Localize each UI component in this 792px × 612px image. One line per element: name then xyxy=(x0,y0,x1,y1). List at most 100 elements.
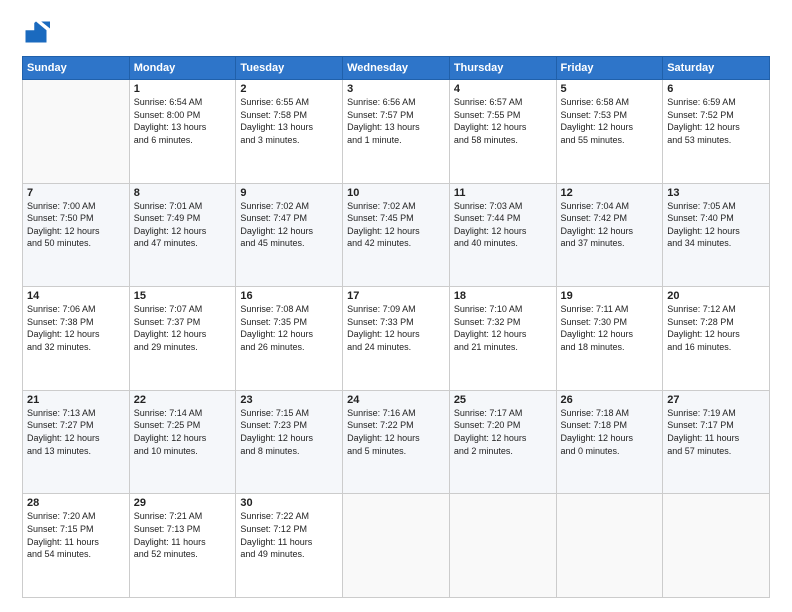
weekday-header-wednesday: Wednesday xyxy=(343,57,450,80)
calendar-day-11: 11Sunrise: 7:03 AM Sunset: 7:44 PM Dayli… xyxy=(449,183,556,287)
calendar-week-row: 1Sunrise: 6:54 AM Sunset: 8:00 PM Daylig… xyxy=(23,80,770,184)
calendar-day-15: 15Sunrise: 7:07 AM Sunset: 7:37 PM Dayli… xyxy=(129,287,236,391)
day-number: 22 xyxy=(134,394,232,406)
header xyxy=(22,18,770,46)
day-number: 23 xyxy=(240,394,338,406)
calendar-day-23: 23Sunrise: 7:15 AM Sunset: 7:23 PM Dayli… xyxy=(236,390,343,494)
calendar-day-8: 8Sunrise: 7:01 AM Sunset: 7:49 PM Daylig… xyxy=(129,183,236,287)
day-number: 13 xyxy=(667,187,765,199)
day-number: 18 xyxy=(454,290,552,302)
calendar-day-5: 5Sunrise: 6:58 AM Sunset: 7:53 PM Daylig… xyxy=(556,80,663,184)
day-info: Sunrise: 7:19 AM Sunset: 7:17 PM Dayligh… xyxy=(667,407,765,457)
day-number: 17 xyxy=(347,290,445,302)
day-number: 1 xyxy=(134,83,232,95)
day-info: Sunrise: 6:54 AM Sunset: 8:00 PM Dayligh… xyxy=(134,96,232,146)
day-number: 4 xyxy=(454,83,552,95)
weekday-header-sunday: Sunday xyxy=(23,57,130,80)
calendar-table: SundayMondayTuesdayWednesdayThursdayFrid… xyxy=(22,56,770,598)
day-number: 30 xyxy=(240,497,338,509)
day-info: Sunrise: 7:09 AM Sunset: 7:33 PM Dayligh… xyxy=(347,303,445,353)
day-info: Sunrise: 7:11 AM Sunset: 7:30 PM Dayligh… xyxy=(561,303,659,353)
day-info: Sunrise: 6:59 AM Sunset: 7:52 PM Dayligh… xyxy=(667,96,765,146)
day-info: Sunrise: 7:06 AM Sunset: 7:38 PM Dayligh… xyxy=(27,303,125,353)
calendar-day-20: 20Sunrise: 7:12 AM Sunset: 7:28 PM Dayli… xyxy=(663,287,770,391)
calendar-day-14: 14Sunrise: 7:06 AM Sunset: 7:38 PM Dayli… xyxy=(23,287,130,391)
calendar-day-7: 7Sunrise: 7:00 AM Sunset: 7:50 PM Daylig… xyxy=(23,183,130,287)
calendar-day-4: 4Sunrise: 6:57 AM Sunset: 7:55 PM Daylig… xyxy=(449,80,556,184)
day-number: 19 xyxy=(561,290,659,302)
calendar-day-6: 6Sunrise: 6:59 AM Sunset: 7:52 PM Daylig… xyxy=(663,80,770,184)
day-info: Sunrise: 7:18 AM Sunset: 7:18 PM Dayligh… xyxy=(561,407,659,457)
day-number: 27 xyxy=(667,394,765,406)
calendar-page: SundayMondayTuesdayWednesdayThursdayFrid… xyxy=(0,0,792,612)
weekday-header-monday: Monday xyxy=(129,57,236,80)
day-number: 24 xyxy=(347,394,445,406)
calendar-empty-cell xyxy=(556,494,663,598)
calendar-day-18: 18Sunrise: 7:10 AM Sunset: 7:32 PM Dayli… xyxy=(449,287,556,391)
day-info: Sunrise: 6:57 AM Sunset: 7:55 PM Dayligh… xyxy=(454,96,552,146)
calendar-week-row: 14Sunrise: 7:06 AM Sunset: 7:38 PM Dayli… xyxy=(23,287,770,391)
day-info: Sunrise: 7:08 AM Sunset: 7:35 PM Dayligh… xyxy=(240,303,338,353)
day-number: 25 xyxy=(454,394,552,406)
day-info: Sunrise: 7:21 AM Sunset: 7:13 PM Dayligh… xyxy=(134,510,232,560)
calendar-day-29: 29Sunrise: 7:21 AM Sunset: 7:13 PM Dayli… xyxy=(129,494,236,598)
day-info: Sunrise: 7:01 AM Sunset: 7:49 PM Dayligh… xyxy=(134,200,232,250)
day-info: Sunrise: 7:12 AM Sunset: 7:28 PM Dayligh… xyxy=(667,303,765,353)
day-info: Sunrise: 6:55 AM Sunset: 7:58 PM Dayligh… xyxy=(240,96,338,146)
day-info: Sunrise: 7:13 AM Sunset: 7:27 PM Dayligh… xyxy=(27,407,125,457)
calendar-header-row: SundayMondayTuesdayWednesdayThursdayFrid… xyxy=(23,57,770,80)
day-info: Sunrise: 7:10 AM Sunset: 7:32 PM Dayligh… xyxy=(454,303,552,353)
calendar-day-9: 9Sunrise: 7:02 AM Sunset: 7:47 PM Daylig… xyxy=(236,183,343,287)
calendar-day-22: 22Sunrise: 7:14 AM Sunset: 7:25 PM Dayli… xyxy=(129,390,236,494)
day-info: Sunrise: 7:20 AM Sunset: 7:15 PM Dayligh… xyxy=(27,510,125,560)
calendar-week-row: 7Sunrise: 7:00 AM Sunset: 7:50 PM Daylig… xyxy=(23,183,770,287)
day-number: 15 xyxy=(134,290,232,302)
day-info: Sunrise: 7:07 AM Sunset: 7:37 PM Dayligh… xyxy=(134,303,232,353)
day-info: Sunrise: 6:56 AM Sunset: 7:57 PM Dayligh… xyxy=(347,96,445,146)
day-info: Sunrise: 7:02 AM Sunset: 7:47 PM Dayligh… xyxy=(240,200,338,250)
day-number: 5 xyxy=(561,83,659,95)
day-info: Sunrise: 7:17 AM Sunset: 7:20 PM Dayligh… xyxy=(454,407,552,457)
day-number: 12 xyxy=(561,187,659,199)
calendar-day-26: 26Sunrise: 7:18 AM Sunset: 7:18 PM Dayli… xyxy=(556,390,663,494)
day-number: 20 xyxy=(667,290,765,302)
weekday-header-friday: Friday xyxy=(556,57,663,80)
calendar-day-17: 17Sunrise: 7:09 AM Sunset: 7:33 PM Dayli… xyxy=(343,287,450,391)
day-info: Sunrise: 7:00 AM Sunset: 7:50 PM Dayligh… xyxy=(27,200,125,250)
calendar-day-2: 2Sunrise: 6:55 AM Sunset: 7:58 PM Daylig… xyxy=(236,80,343,184)
calendar-day-21: 21Sunrise: 7:13 AM Sunset: 7:27 PM Dayli… xyxy=(23,390,130,494)
calendar-empty-cell xyxy=(449,494,556,598)
day-info: Sunrise: 7:14 AM Sunset: 7:25 PM Dayligh… xyxy=(134,407,232,457)
day-info: Sunrise: 7:02 AM Sunset: 7:45 PM Dayligh… xyxy=(347,200,445,250)
day-number: 14 xyxy=(27,290,125,302)
calendar-day-28: 28Sunrise: 7:20 AM Sunset: 7:15 PM Dayli… xyxy=(23,494,130,598)
calendar-week-row: 21Sunrise: 7:13 AM Sunset: 7:27 PM Dayli… xyxy=(23,390,770,494)
logo xyxy=(22,18,54,46)
calendar-day-10: 10Sunrise: 7:02 AM Sunset: 7:45 PM Dayli… xyxy=(343,183,450,287)
calendar-day-16: 16Sunrise: 7:08 AM Sunset: 7:35 PM Dayli… xyxy=(236,287,343,391)
day-number: 10 xyxy=(347,187,445,199)
calendar-day-19: 19Sunrise: 7:11 AM Sunset: 7:30 PM Dayli… xyxy=(556,287,663,391)
day-number: 2 xyxy=(240,83,338,95)
weekday-header-tuesday: Tuesday xyxy=(236,57,343,80)
calendar-day-24: 24Sunrise: 7:16 AM Sunset: 7:22 PM Dayli… xyxy=(343,390,450,494)
day-number: 9 xyxy=(240,187,338,199)
calendar-day-30: 30Sunrise: 7:22 AM Sunset: 7:12 PM Dayli… xyxy=(236,494,343,598)
calendar-empty-cell xyxy=(663,494,770,598)
day-number: 29 xyxy=(134,497,232,509)
weekday-header-thursday: Thursday xyxy=(449,57,556,80)
day-info: Sunrise: 7:03 AM Sunset: 7:44 PM Dayligh… xyxy=(454,200,552,250)
day-number: 7 xyxy=(27,187,125,199)
calendar-empty-cell xyxy=(23,80,130,184)
calendar-day-27: 27Sunrise: 7:19 AM Sunset: 7:17 PM Dayli… xyxy=(663,390,770,494)
calendar-day-13: 13Sunrise: 7:05 AM Sunset: 7:40 PM Dayli… xyxy=(663,183,770,287)
day-number: 8 xyxy=(134,187,232,199)
calendar-week-row: 28Sunrise: 7:20 AM Sunset: 7:15 PM Dayli… xyxy=(23,494,770,598)
weekday-header-saturday: Saturday xyxy=(663,57,770,80)
day-info: Sunrise: 7:16 AM Sunset: 7:22 PM Dayligh… xyxy=(347,407,445,457)
day-info: Sunrise: 7:22 AM Sunset: 7:12 PM Dayligh… xyxy=(240,510,338,560)
day-number: 11 xyxy=(454,187,552,199)
day-info: Sunrise: 7:04 AM Sunset: 7:42 PM Dayligh… xyxy=(561,200,659,250)
calendar-day-1: 1Sunrise: 6:54 AM Sunset: 8:00 PM Daylig… xyxy=(129,80,236,184)
day-number: 21 xyxy=(27,394,125,406)
